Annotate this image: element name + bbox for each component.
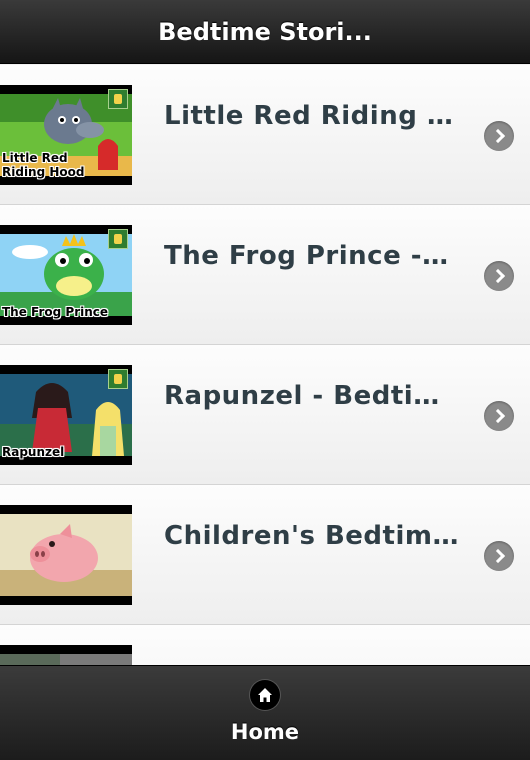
home-button[interactable]: Home (200, 666, 330, 760)
home-label[interactable]: Home (231, 720, 299, 744)
story-title[interactable]: Little Red Riding Hoo... (164, 101, 464, 131)
bottom-nav-bar: Home (0, 665, 530, 760)
thumbnail-caption: Rapunzel (2, 445, 65, 459)
story-thumbnail[interactable] (0, 645, 132, 665)
story-title[interactable]: Children's Bedtime S... (164, 521, 464, 551)
list-item[interactable] (0, 625, 530, 665)
story-thumbnail[interactable] (0, 505, 132, 605)
page-title: Bedtime Stori... (158, 17, 372, 46)
list-item[interactable]: Little Red Riding Hood Little Red Riding… (0, 65, 530, 205)
pig-icon (0, 514, 132, 596)
story-thumbnail[interactable]: The Frog Prince (0, 225, 132, 325)
home-icon[interactable] (250, 680, 280, 710)
chevron-right-icon[interactable] (484, 261, 514, 291)
thumbnail-caption: Little Red Riding Hood (2, 151, 85, 179)
chevron-right-icon[interactable] (484, 401, 514, 431)
story-title[interactable]: The Frog Prince -Bed... (164, 241, 464, 271)
story-title[interactable]: Rapunzel - Bedtime S... (164, 381, 464, 411)
story-thumbnail[interactable]: Rapunzel (0, 365, 132, 465)
chevron-right-icon[interactable] (484, 541, 514, 571)
list-item[interactable]: Rapunzel Rapunzel - Bedtime S... (0, 345, 530, 485)
thumbnail-caption: The Frog Prince (2, 305, 109, 319)
story-thumbnail[interactable]: Little Red Riding Hood (0, 85, 132, 185)
channel-badge-icon (108, 229, 128, 249)
list-item[interactable]: Children's Bedtime S... (0, 485, 530, 625)
channel-badge-icon (108, 369, 128, 389)
app-header: Bedtime Stori... (0, 0, 530, 64)
channel-badge-icon (108, 89, 128, 109)
partial-thumbnail (0, 654, 132, 665)
list-item[interactable]: The Frog Prince The Frog Prince -Bed... (0, 205, 530, 345)
chevron-right-icon[interactable] (484, 121, 514, 151)
story-list[interactable]: Little Red Riding Hood Little Red Riding… (0, 65, 530, 665)
